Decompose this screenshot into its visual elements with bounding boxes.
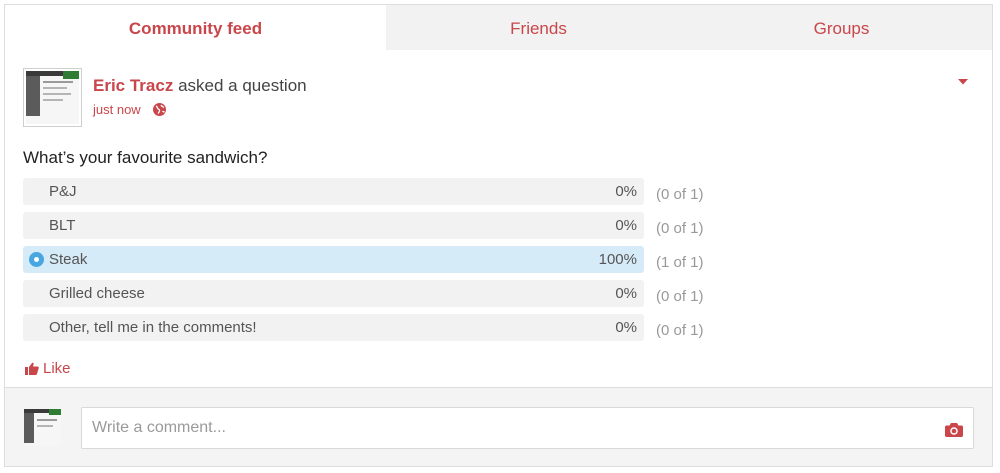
poll-option-label: Other, tell me in the comments!	[49, 319, 257, 336]
author-name-link[interactable]: Eric Tracz	[93, 76, 173, 95]
poll-option-percent: 0%	[615, 319, 637, 336]
poll-option-percent: 0%	[615, 285, 637, 302]
author-avatar[interactable]	[23, 68, 82, 127]
poll-option-steak[interactable]: Steak 100%	[23, 246, 644, 273]
poll-option-count: (0 of 1)	[656, 220, 704, 237]
poll-option-label: Steak	[49, 251, 88, 268]
poll-option-count: (0 of 1)	[656, 186, 704, 203]
comment-composer	[5, 387, 992, 466]
poll-option-label: P&J	[49, 183, 77, 200]
globe-icon	[152, 103, 166, 116]
thumbs-up-icon	[25, 362, 39, 375]
poll-question: What’s your favourite sandwich?	[23, 148, 268, 167]
poll-option-other[interactable]: Other, tell me in the comments! 0%	[23, 314, 644, 341]
camera-icon[interactable]	[945, 423, 963, 437]
feed-tabs: Community feed Friends Groups	[5, 5, 992, 50]
poll-option-label: BLT	[49, 217, 76, 234]
poll-option-percent: 100%	[598, 251, 637, 268]
poll-option-count: (1 of 1)	[656, 254, 704, 271]
poll-option-percent: 0%	[615, 217, 637, 234]
caret-down-icon[interactable]	[957, 73, 969, 85]
poll-option-count: (0 of 1)	[656, 322, 704, 339]
post-action-text: asked a question	[178, 76, 307, 95]
post-timestamp[interactable]: just now	[93, 102, 141, 117]
post-header: Eric Tracz asked a question	[93, 76, 307, 96]
like-label: Like	[43, 360, 71, 377]
tab-community-feed[interactable]: Community feed	[5, 5, 386, 50]
tab-friends[interactable]: Friends	[386, 5, 691, 50]
selected-radio-icon	[29, 252, 44, 267]
comment-input[interactable]	[81, 407, 974, 449]
poll-option-label: Grilled cheese	[49, 285, 145, 302]
poll-option-percent: 0%	[615, 183, 637, 200]
poll-option-count: (0 of 1)	[656, 288, 704, 305]
like-button[interactable]: Like	[25, 360, 71, 377]
poll-option-pj[interactable]: P&J 0%	[23, 178, 644, 205]
poll-option-grilled-cheese[interactable]: Grilled cheese 0%	[23, 280, 644, 307]
current-user-avatar	[24, 409, 61, 446]
tab-groups[interactable]: Groups	[691, 5, 992, 50]
post-meta: just now	[93, 102, 166, 117]
post-card: Community feed Friends Groups Eric Tracz…	[4, 4, 993, 467]
poll-option-blt[interactable]: BLT 0%	[23, 212, 644, 239]
